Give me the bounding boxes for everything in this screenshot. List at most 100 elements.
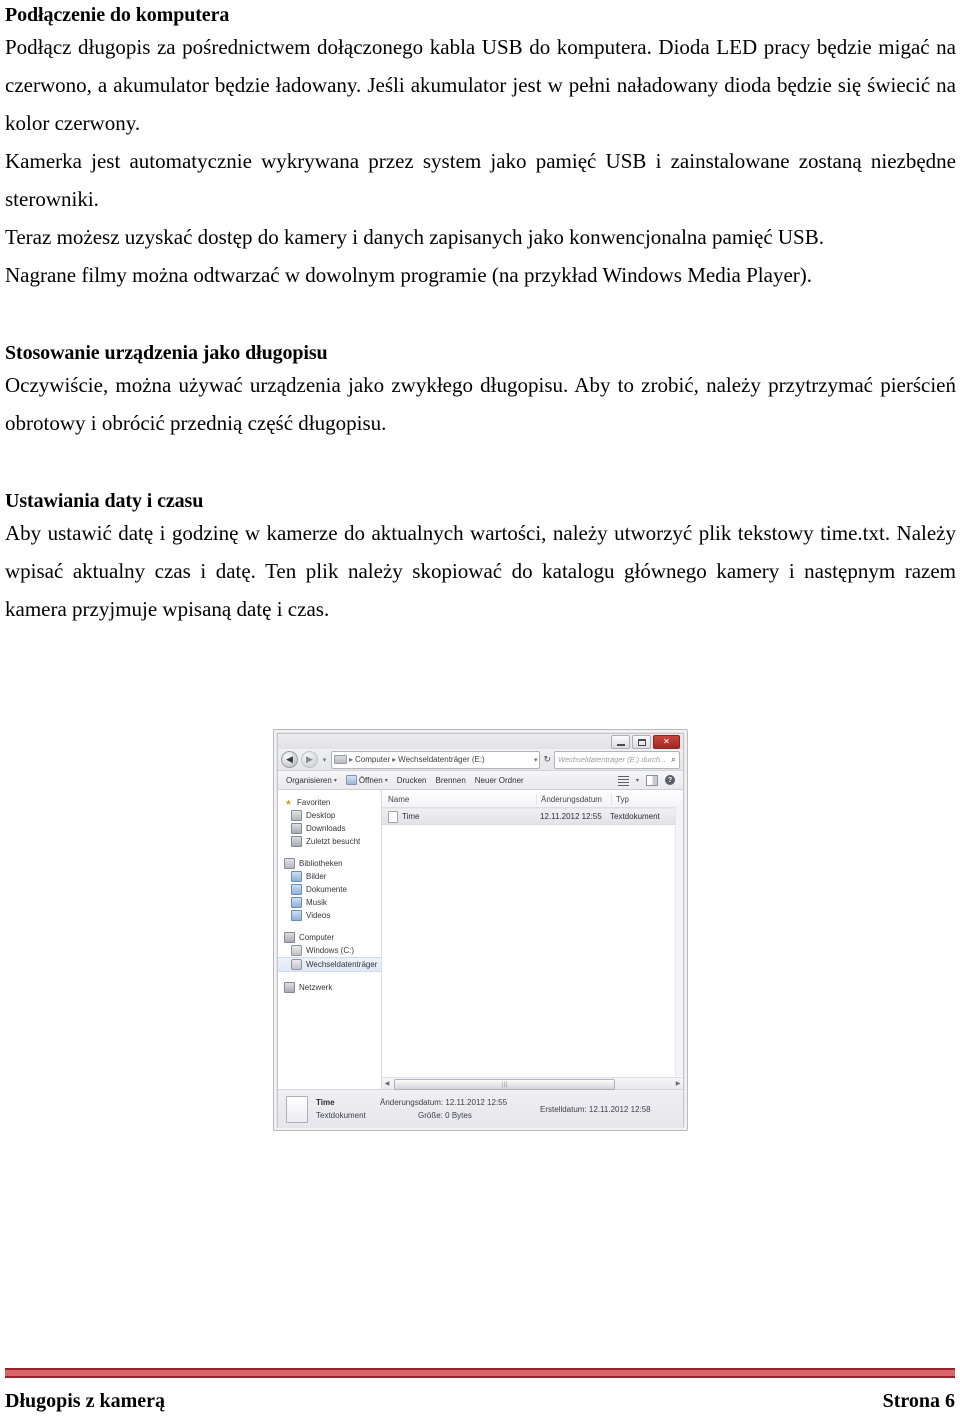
sidebar-item-wechseldatentraeger[interactable]: Wechseldatenträger xyxy=(278,957,381,972)
column-header-name[interactable]: Name xyxy=(382,795,536,804)
breadcrumb-separator-1: ▸ xyxy=(392,755,397,764)
sidebar-item-windows-c[interactable]: Windows (C:) xyxy=(278,944,381,957)
refresh-icon[interactable]: ↻ xyxy=(543,754,551,765)
explorer-window-inner: ✕ ◀ ▶ ▾ ▸ Computer ▸ Wechseldatenträger … xyxy=(277,733,684,1128)
column-header-modified[interactable]: Änderungsdatum xyxy=(537,795,611,804)
details-modified-value: 12.11.2012 12:55 xyxy=(445,1098,508,1107)
section-heading-datetime: Ustawiania daty i czasu xyxy=(5,490,204,512)
details-created-group: Erstelldatum: 12.11.2012 12:58 xyxy=(540,1105,675,1114)
toolbar-button-brennen[interactable]: Brennen xyxy=(436,776,475,785)
toolbar-right-controls: ▾ ? xyxy=(617,774,677,786)
column-header-type[interactable]: Typ xyxy=(612,795,683,804)
paragraph-pen-usage-1: Oczywiście, można używać urządzenia jako… xyxy=(5,373,956,435)
network-icon xyxy=(284,982,295,993)
sidebar-label-videos: Videos xyxy=(306,911,331,920)
explorer-body: ★ Favoriten Desktop Downloads Zuletzt be… xyxy=(278,790,683,1090)
sidebar-item-favoriten[interactable]: ★ Favoriten xyxy=(278,796,381,809)
maximize-button[interactable] xyxy=(632,735,651,749)
details-modified-line: Änderungsdatum: 12.11.2012 12:55 xyxy=(380,1098,532,1107)
footer-page-number: Strona 6 xyxy=(882,1390,955,1412)
paragraph-connection-2: Kamerka jest automatycznie wykrywana prz… xyxy=(5,149,956,211)
back-button[interactable]: ◀ xyxy=(281,751,298,768)
toolbar-label-neuer-ordner: Neuer Ordner xyxy=(474,775,524,785)
scroll-right-arrow-icon[interactable]: ▶ xyxy=(673,1080,683,1087)
toolbar-button-drucken[interactable]: Drucken xyxy=(397,776,436,785)
details-created-value: 12.11.2012 12:58 xyxy=(588,1104,651,1114)
view-chevron-down-icon[interactable]: ▾ xyxy=(636,777,639,784)
breadcrumb-item-removable-drive[interactable]: Wechseldatenträger (E:) xyxy=(398,755,485,764)
desktop-icon xyxy=(291,810,302,821)
file-modified-cell: 12.11.2012 12:55 xyxy=(540,812,602,821)
toolbar-button-neuer-ordner[interactable]: Neuer Ordner xyxy=(475,776,533,785)
change-view-icon[interactable] xyxy=(617,775,629,786)
file-type-cell: Textdokument xyxy=(610,812,660,821)
details-pane: Time Textdokument Änderungsdatum: 12.11.… xyxy=(278,1089,683,1128)
scrollbar-track[interactable]: ||| xyxy=(392,1079,673,1090)
paragraph-connection-4: Nagrane filmy można odtwarzać w dowolnym… xyxy=(5,263,813,287)
sidebar-item-netzwerk[interactable]: Netzwerk xyxy=(278,981,381,994)
sidebar-label-dokumente: Dokumente xyxy=(306,885,347,894)
search-input[interactable]: Wechseldatenträger (E:) durch... ⌕ xyxy=(554,750,680,769)
preview-pane-icon[interactable] xyxy=(646,774,658,786)
scrollbar-thumb[interactable]: ||| xyxy=(394,1079,616,1090)
details-created-label: Erstelldatum: xyxy=(540,1104,587,1114)
toolbar-button-organisieren[interactable]: Organisieren ▾ xyxy=(284,776,346,785)
explorer-address-bar: ◀ ▶ ▾ ▸ Computer ▸ Wechseldatenträger (E… xyxy=(278,749,683,770)
search-placeholder: Wechseldatenträger (E:) durch... xyxy=(558,755,667,764)
file-list-header: Name Änderungsdatum Typ xyxy=(382,790,683,808)
details-modified-group: Änderungsdatum: 12.11.2012 12:55 Größe: … xyxy=(380,1098,532,1120)
sidebar-label-musik: Musik xyxy=(306,898,327,907)
footer-divider xyxy=(5,1368,955,1378)
sidebar-item-bilder[interactable]: Bilder xyxy=(278,870,381,883)
open-file-icon xyxy=(345,775,357,785)
breadcrumb-bar[interactable]: ▸ Computer ▸ Wechseldatenträger (E:) ▾ xyxy=(331,750,541,769)
sidebar-item-dokumente[interactable]: Dokumente xyxy=(278,883,381,896)
toolbar-button-offnen[interactable]: Öffnen ▾ xyxy=(345,775,397,785)
section-spacer-1 xyxy=(5,294,956,340)
explorer-titlebar: ✕ xyxy=(278,734,683,749)
table-row[interactable]: Time 12.11.2012 12:55 Textdokument xyxy=(382,808,683,825)
text-document-icon xyxy=(388,810,398,823)
chevron-down-icon: ▾ xyxy=(384,777,388,784)
details-file-identity: Time Textdokument xyxy=(316,1098,372,1120)
sidebar-label-windows-c: Windows (C:) xyxy=(306,946,355,955)
recent-icon xyxy=(291,836,302,847)
sidebar-label-zuletzt-besucht: Zuletzt besucht xyxy=(306,837,361,846)
file-list-pane: Name Änderungsdatum Typ Time 12.11.2012 … xyxy=(382,790,683,1090)
details-modified-label: Änderungsdatum: xyxy=(380,1098,444,1107)
paragraph-connection-3: Teraz możesz uzyskać dostęp do kamery i … xyxy=(5,225,824,249)
computer-icon xyxy=(284,932,295,943)
horizontal-scrollbar[interactable]: ◀ ||| ▶ xyxy=(382,1077,683,1090)
library-icon xyxy=(284,858,295,869)
chevron-down-icon: ▾ xyxy=(333,777,337,784)
sidebar-item-computer[interactable]: Computer xyxy=(278,931,381,944)
vertical-scrollbar[interactable] xyxy=(675,805,683,1076)
paragraph-datetime-1: Aby ustawić datę i godzinę w kamerze do … xyxy=(5,521,956,621)
help-icon[interactable]: ? xyxy=(665,775,675,785)
details-file-name: Time xyxy=(316,1098,335,1107)
document-page: Podłączenie do komputera Podłącz długopi… xyxy=(0,0,960,1427)
address-dropdown-caret-icon[interactable]: ▾ xyxy=(534,756,538,764)
window-controls: ✕ xyxy=(611,735,680,749)
recent-locations-caret-icon[interactable]: ▾ xyxy=(321,756,328,764)
sidebar-item-zuletzt-besucht[interactable]: Zuletzt besucht xyxy=(278,835,381,848)
details-file-icon xyxy=(286,1095,308,1123)
details-size-value: 0 Bytes xyxy=(445,1111,472,1120)
sidebar-item-bibliotheken[interactable]: Bibliotheken xyxy=(278,857,381,870)
sidebar-item-downloads[interactable]: Downloads xyxy=(278,822,381,835)
scroll-left-arrow-icon[interactable]: ◀ xyxy=(382,1080,392,1087)
sidebar-item-desktop[interactable]: Desktop xyxy=(278,809,381,822)
close-button[interactable]: ✕ xyxy=(653,735,680,749)
minimize-button[interactable] xyxy=(611,735,630,749)
sidebar-item-videos[interactable]: Videos xyxy=(278,909,381,922)
breadcrumb-item-computer[interactable]: Computer xyxy=(355,755,390,764)
section-heading-connection: Podłączenie do komputera xyxy=(5,4,230,26)
details-file-type: Textdokument xyxy=(316,1111,366,1120)
music-icon xyxy=(291,897,302,908)
sidebar-item-musik[interactable]: Musik xyxy=(278,896,381,909)
file-name-cell: Time xyxy=(402,812,420,821)
section-spacer-2 xyxy=(5,442,956,488)
forward-button[interactable]: ▶ xyxy=(301,751,318,768)
sidebar-label-bibliotheken: Bibliotheken xyxy=(299,859,343,868)
